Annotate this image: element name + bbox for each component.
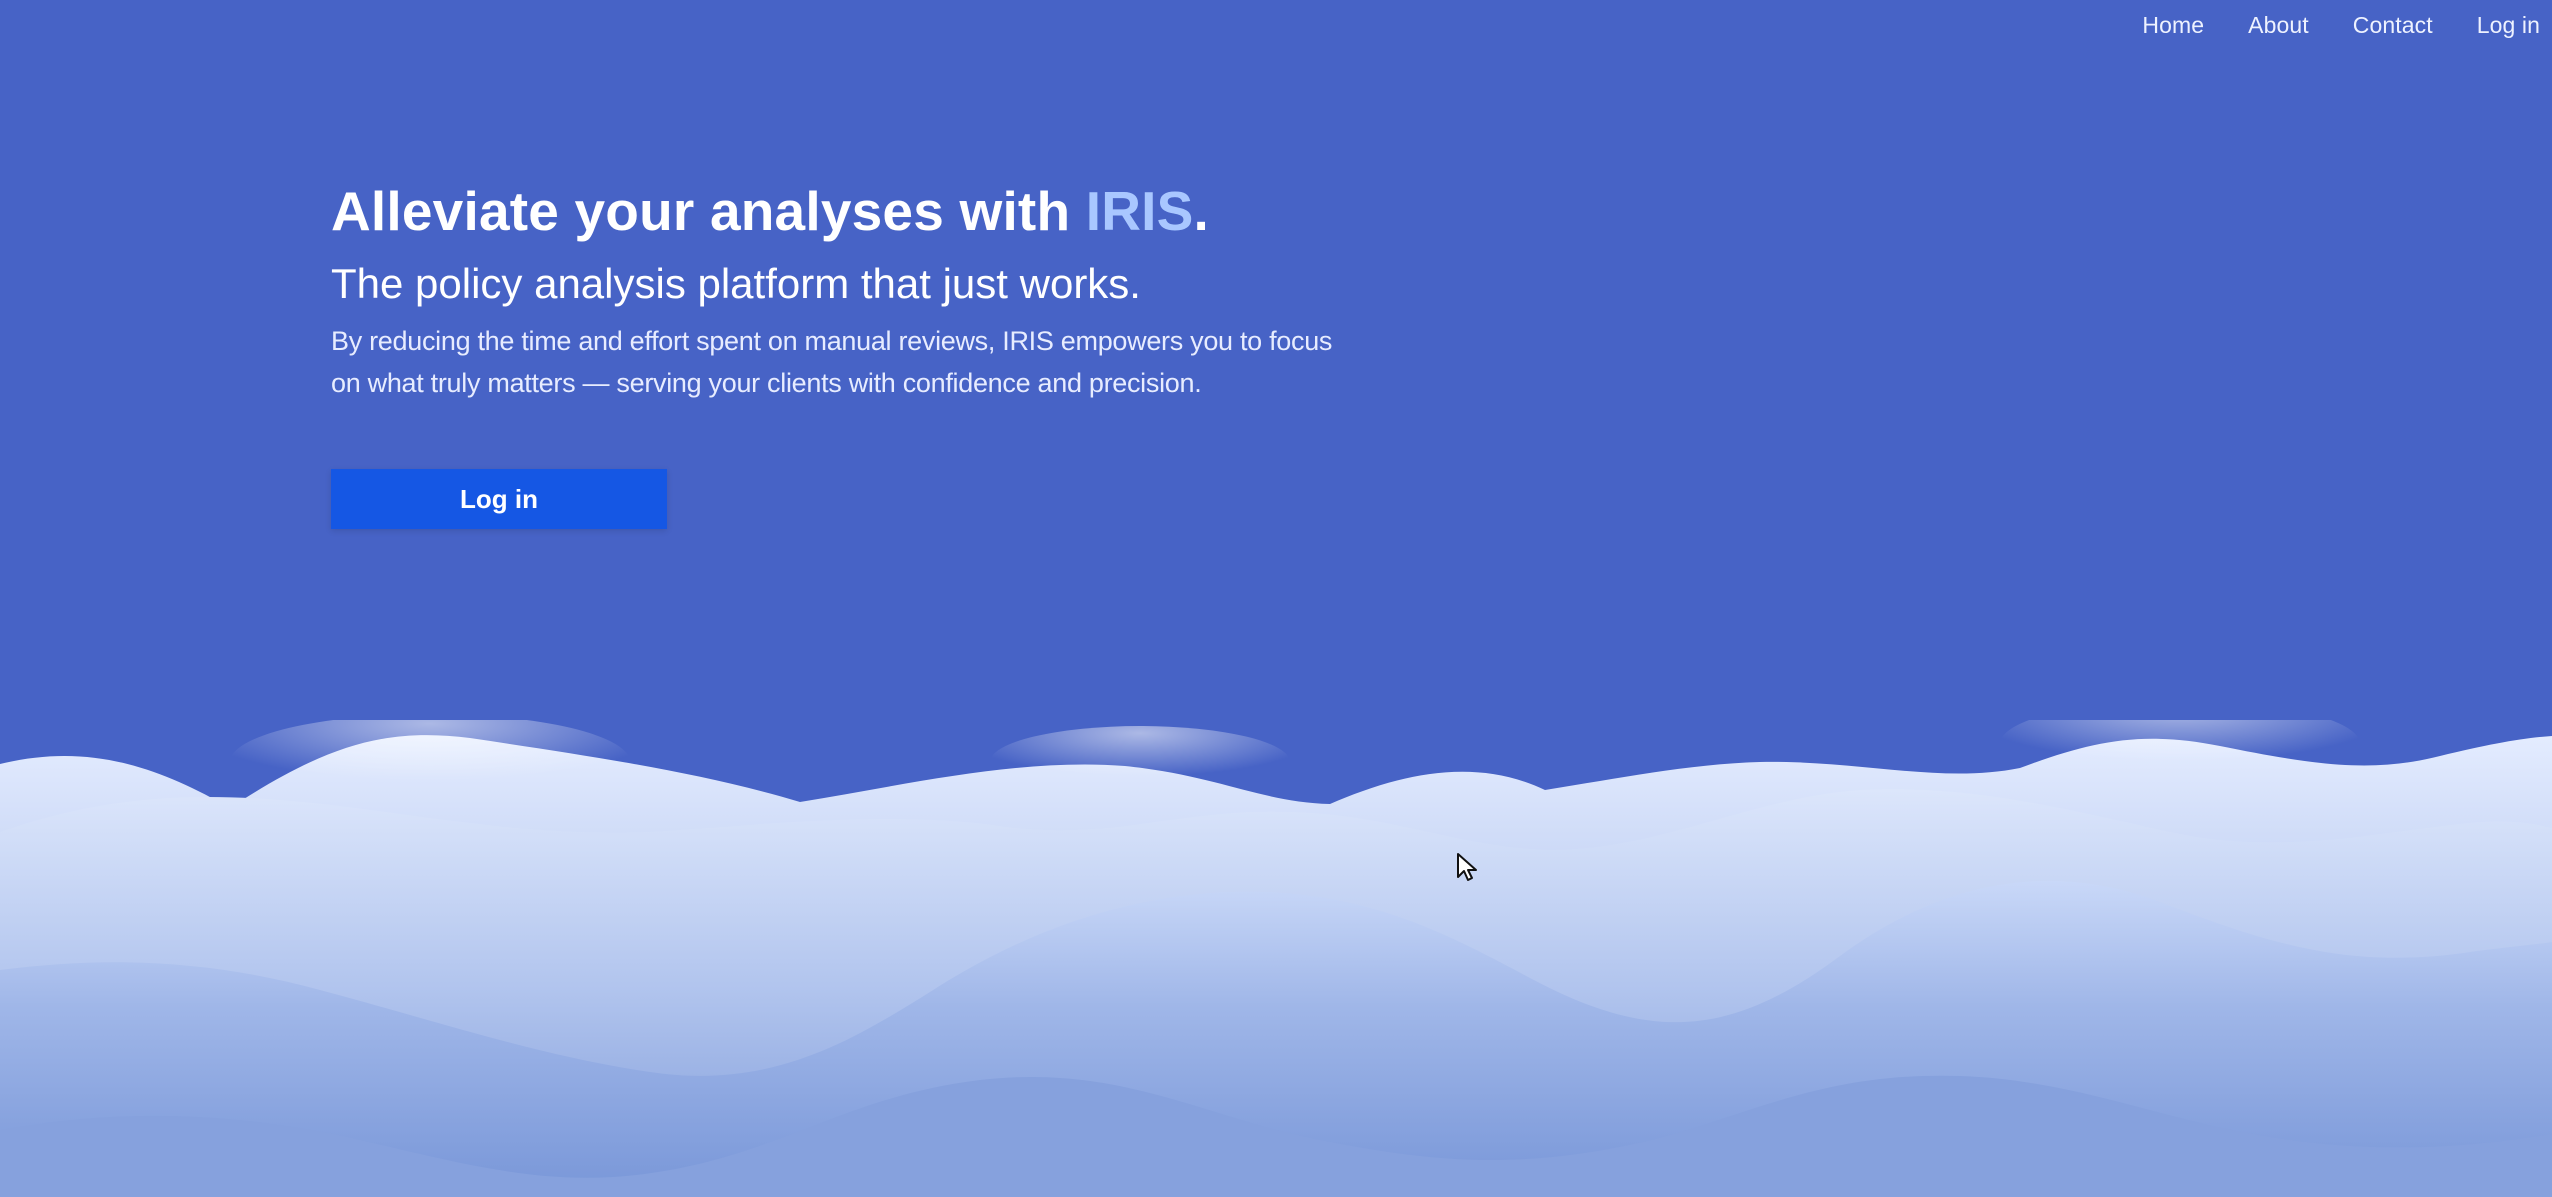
headline-prefix: Alleviate your analyses with — [331, 180, 1086, 242]
nav-contact-link[interactable]: Contact — [2353, 12, 2433, 39]
dunes-background — [0, 720, 2552, 1197]
nav-home-link[interactable]: Home — [2142, 12, 2204, 39]
hero-login-button[interactable]: Log in — [331, 469, 667, 529]
hero-description-line-1: By reducing the time and effort spent on… — [331, 326, 1333, 356]
hero-description: By reducing the time and effort spent on… — [331, 320, 1351, 404]
landing-page: Home About Contact Log in Alleviate your… — [0, 0, 2552, 1197]
hero-headline: Alleviate your analyses with IRIS. — [331, 172, 1351, 250]
hero-description-line-2: on what truly matters — serving your cli… — [331, 368, 1202, 398]
top-navigation: Home About Contact Log in — [2142, 12, 2540, 39]
headline-suffix: . — [1193, 180, 1209, 242]
brand-name: IRIS — [1085, 180, 1194, 242]
dune-highlight-center — [990, 726, 1290, 798]
nav-login-link[interactable]: Log in — [2477, 12, 2540, 39]
hero-section: Alleviate your analyses with IRIS. The p… — [331, 172, 1351, 529]
nav-about-link[interactable]: About — [2248, 12, 2309, 39]
hero-subheadline: The policy analysis platform that just w… — [331, 260, 1141, 307]
